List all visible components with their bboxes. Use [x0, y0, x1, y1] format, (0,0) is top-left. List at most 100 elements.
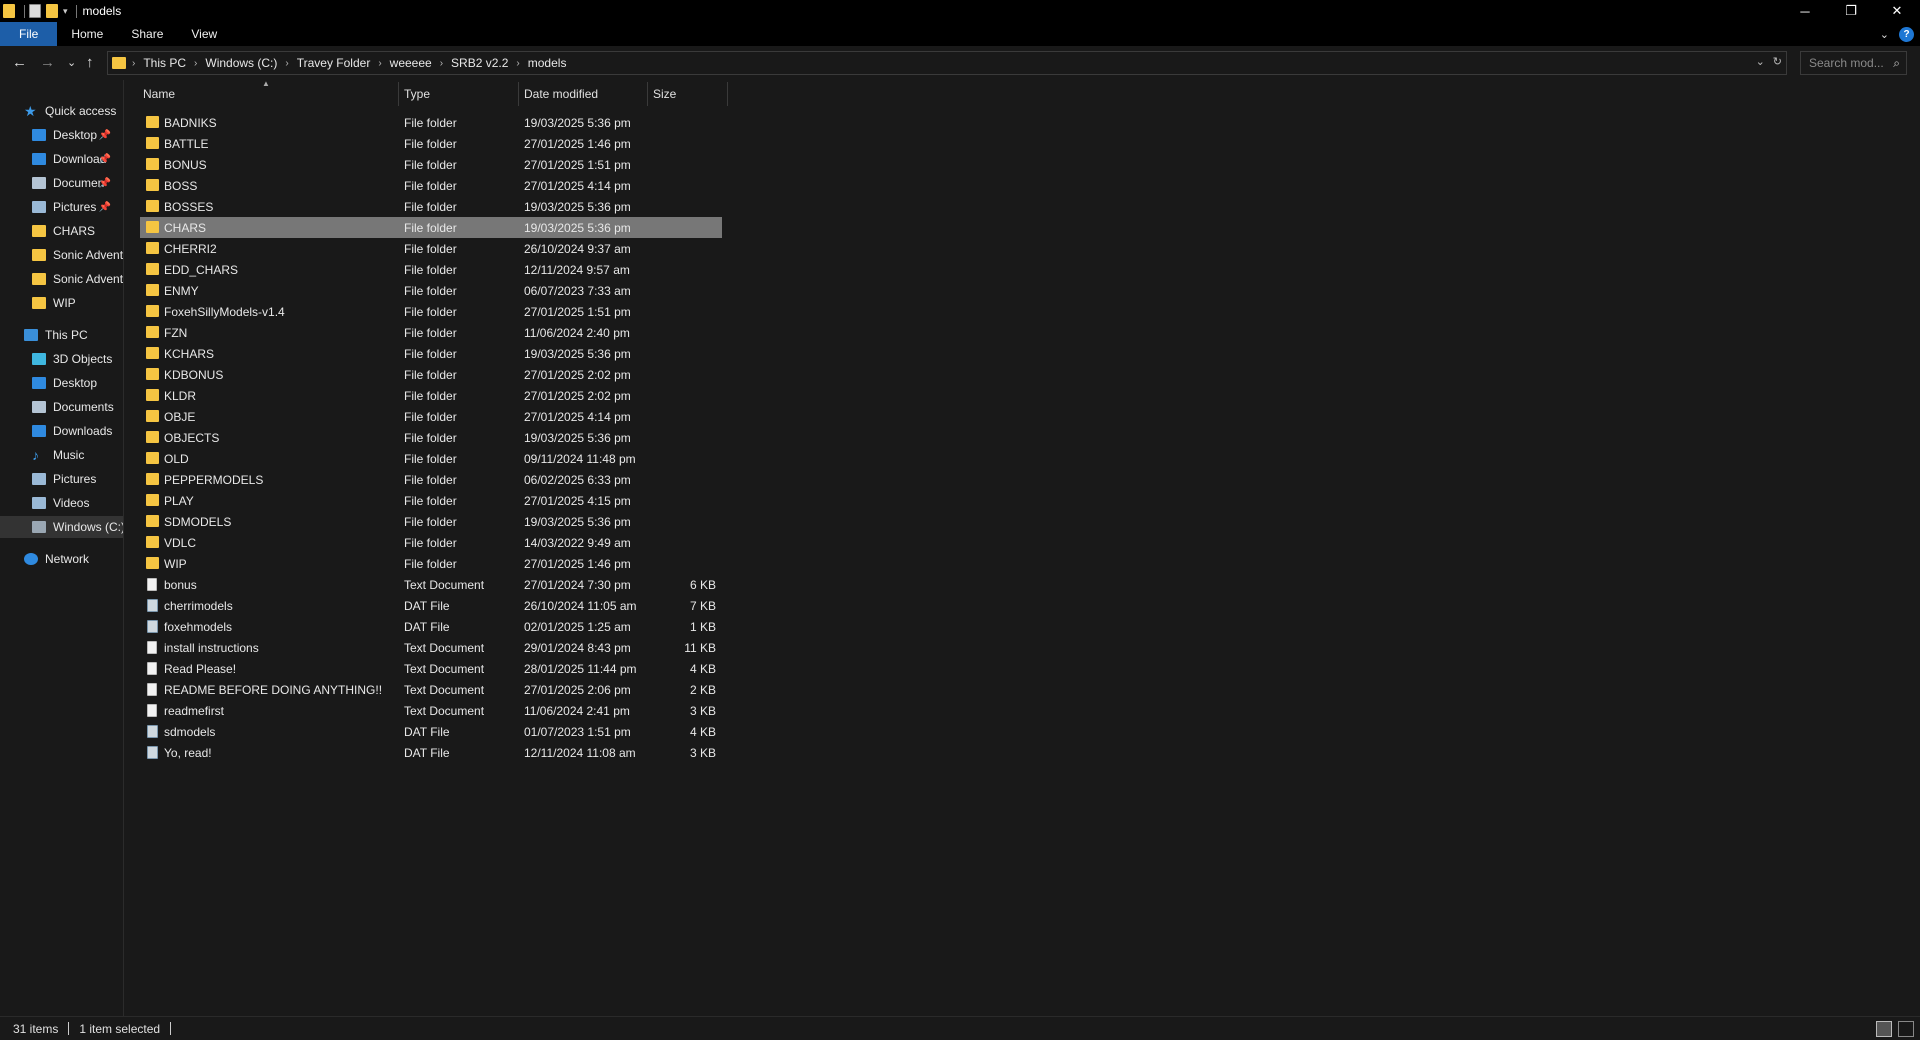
table-row[interactable]: install instructions Text Document 29/01/2…	[140, 637, 722, 658]
table-row[interactable]: BADNIKS File folder 19/03/2025 5:36 pm	[140, 112, 722, 133]
file-name: VDLC	[164, 535, 197, 550]
table-row[interactable]: KCHARS File folder 19/03/2025 5:36 pm	[140, 343, 722, 364]
forward-arrow-icon[interactable]: →	[40, 54, 55, 72]
table-row[interactable]: CHERRI2 File folder 26/10/2024 9:37 am	[140, 238, 722, 259]
table-row[interactable]: ENMY File folder 06/07/2023 7:33 am	[140, 280, 722, 301]
file-size: 4 KB	[689, 724, 716, 739]
sidebar-item-this-pc[interactable]: This PC	[0, 324, 123, 346]
restore-button[interactable]: ❐	[1828, 0, 1874, 22]
table-row[interactable]: Yo, read! DAT File 12/11/2024 11:08 am 3 KB	[140, 742, 722, 763]
breadcrumb-models[interactable]: models	[528, 56, 567, 70]
folder-icon	[146, 158, 159, 170]
pictures-icon	[32, 201, 46, 213]
sidebar-item-pc-downloads[interactable]: Downloads	[0, 420, 123, 442]
table-row[interactable]: foxehmodels DAT File 02/01/2025 1:25 am 1 K…	[140, 616, 722, 637]
column-size[interactable]: Size	[648, 80, 721, 108]
tab-home[interactable]: Home	[57, 22, 117, 46]
sidebar-item-pc-documents[interactable]: Documents	[0, 396, 123, 418]
table-row[interactable]: OLD File folder 09/11/2024 11:48 pm	[140, 448, 722, 469]
table-row[interactable]: SDMODELS File folder 19/03/2025 5:36 pm	[140, 511, 722, 532]
table-row[interactable]: sdmodels DAT File 01/07/2023 1:51 pm 4 KB	[140, 721, 722, 742]
table-row[interactable]: KLDR File folder 27/01/2025 2:02 pm	[140, 385, 722, 406]
file-date-modified: 02/01/2025 1:25 am	[524, 619, 631, 634]
refresh-icon[interactable]: ↻	[1773, 55, 1782, 68]
expand-ribbon-icon[interactable]: ⌄	[1880, 28, 1889, 41]
file-date-modified: 06/07/2023 7:33 am	[524, 283, 631, 298]
table-row[interactable]: EDD_CHARS File folder 12/11/2024 9:57 am	[140, 259, 722, 280]
file-name: foxehmodels	[164, 619, 233, 634]
address-dropdown-icon[interactable]: ⌄	[1756, 55, 1765, 68]
close-button[interactable]: ✕	[1874, 0, 1920, 22]
customize-toolbar-icon[interactable]: ▾	[63, 6, 68, 17]
sidebar-item-desktop[interactable]: Desktop 📌	[0, 124, 123, 146]
window-title: models	[82, 4, 122, 18]
file-date-modified: 14/03/2022 9:49 am	[524, 535, 631, 550]
table-row[interactable]: FoxehSillyModels-v1.4 File folder 27/01/20…	[140, 301, 722, 322]
sidebar-item-pc-pictures[interactable]: Pictures	[0, 468, 123, 490]
table-row[interactable]: BATTLE File folder 27/01/2025 1:46 pm	[140, 133, 722, 154]
tab-view[interactable]: View	[177, 22, 231, 46]
breadcrumb-travey-folder[interactable]: Travey Folder	[297, 56, 371, 70]
sidebar-item-chars[interactable]: CHARS	[0, 220, 123, 242]
file-name: BOSSES	[164, 199, 214, 214]
table-row[interactable]: readmefirst Text Document 11/06/2024 2:41 …	[140, 700, 722, 721]
table-row[interactable]: KDBONUS File folder 27/01/2025 2:02 pm	[140, 364, 722, 385]
search-input[interactable]: Search mod... ⌕	[1800, 51, 1907, 75]
sidebar-item-sonic-advent-1[interactable]: Sonic Advent	[0, 244, 123, 266]
sidebar-item-sonic-advent-2[interactable]: Sonic Advent	[0, 268, 123, 290]
sidebar-item-documents[interactable]: Documen 📌	[0, 172, 123, 194]
properties-icon[interactable]	[29, 4, 41, 18]
column-type[interactable]: Type	[399, 80, 518, 108]
breadcrumb-windows-c[interactable]: Windows (C:)	[205, 56, 277, 70]
breadcrumb-srb2[interactable]: SRB2 v2.2	[451, 56, 508, 70]
table-row[interactable]: OBJECTS File folder 19/03/2025 5:36 pm	[140, 427, 722, 448]
back-arrow-icon[interactable]: ←	[12, 54, 27, 72]
table-row[interactable]: BOSS File folder 27/01/2025 4:14 pm	[140, 175, 722, 196]
address-bar[interactable]: › This PC › Windows (C:) › Travey Folder…	[107, 51, 1787, 75]
table-row[interactable]: OBJE File folder 27/01/2025 4:14 pm	[140, 406, 722, 427]
table-row[interactable]: Read Please! Text Document 28/01/2025 11:4…	[140, 658, 722, 679]
sidebar-item-music[interactable]: ♪ Music	[0, 444, 123, 466]
table-row[interactable]: cherrimodels DAT File 26/10/2024 11:05 am 7…	[140, 595, 722, 616]
column-divider[interactable]	[727, 82, 728, 106]
window-controls: ─ ❐ ✕	[1782, 0, 1920, 22]
breadcrumb-weeeee[interactable]: weeeee	[390, 56, 432, 70]
table-row[interactable]: BOSSES File folder 19/03/2025 5:36 pm	[140, 196, 722, 217]
sidebar-item-downloads[interactable]: Download 📌	[0, 148, 123, 170]
sidebar-item-windows-c[interactable]: Windows (C:)	[0, 516, 123, 538]
file-size: 7 KB	[689, 598, 716, 613]
minimize-button[interactable]: ─	[1782, 0, 1828, 22]
file-type: File folder	[404, 514, 457, 529]
sidebar-item-quick-access[interactable]: ★ Quick access	[0, 100, 123, 122]
help-icon[interactable]: ?	[1899, 26, 1914, 42]
new-folder-icon[interactable]	[46, 4, 58, 18]
table-row[interactable]: FZN File folder 11/06/2024 2:40 pm	[140, 322, 722, 343]
sidebar-item-pc-desktop[interactable]: Desktop	[0, 372, 123, 394]
table-row[interactable]: PEPPERMODELS File folder 06/02/2025 6:33 p…	[140, 469, 722, 490]
table-row[interactable]: PLAY File folder 27/01/2025 4:15 pm	[140, 490, 722, 511]
table-row[interactable]: bonus Text Document 27/01/2024 7:30 pm 6 KB	[140, 574, 722, 595]
sidebar-item-videos[interactable]: Videos	[0, 492, 123, 514]
table-row[interactable]: WIP File folder 27/01/2025 1:46 pm	[140, 553, 722, 574]
column-date-modified[interactable]: Date modified	[519, 80, 648, 108]
sidebar-item-3d-objects[interactable]: 3D Objects	[0, 348, 123, 370]
tab-file[interactable]: File	[0, 22, 58, 46]
table-row[interactable]: CHARS File folder 19/03/2025 5:36 pm	[140, 217, 722, 238]
recent-locations-icon[interactable]: ⌄	[67, 54, 76, 72]
large-icons-view-icon[interactable]	[1898, 1021, 1914, 1037]
table-row[interactable]: BONUS File folder 27/01/2025 1:51 pm	[140, 154, 722, 175]
sidebar-item-wip[interactable]: WIP	[0, 292, 123, 314]
star-icon: ★	[24, 103, 37, 119]
up-arrow-icon[interactable]: ↑	[86, 54, 94, 72]
table-row[interactable]: README BEFORE DOING ANYTHING!! Text Docum…	[140, 679, 722, 700]
details-view-icon[interactable]	[1876, 1021, 1892, 1037]
breadcrumb-this-pc[interactable]: This PC	[143, 56, 186, 70]
table-row[interactable]: VDLC File folder 14/03/2022 9:49 am	[140, 532, 722, 553]
file-date-modified: 09/11/2024 11:48 pm	[524, 451, 636, 466]
file-date-modified: 11/06/2024 2:41 pm	[524, 703, 630, 718]
file-date-modified: 27/01/2025 4:14 pm	[524, 409, 631, 424]
sidebar-item-network[interactable]: Network	[0, 548, 123, 570]
file-date-modified: 26/10/2024 11:05 am	[524, 598, 637, 613]
sidebar-item-pictures[interactable]: Pictures 📌	[0, 196, 123, 218]
tab-share[interactable]: Share	[117, 22, 177, 46]
